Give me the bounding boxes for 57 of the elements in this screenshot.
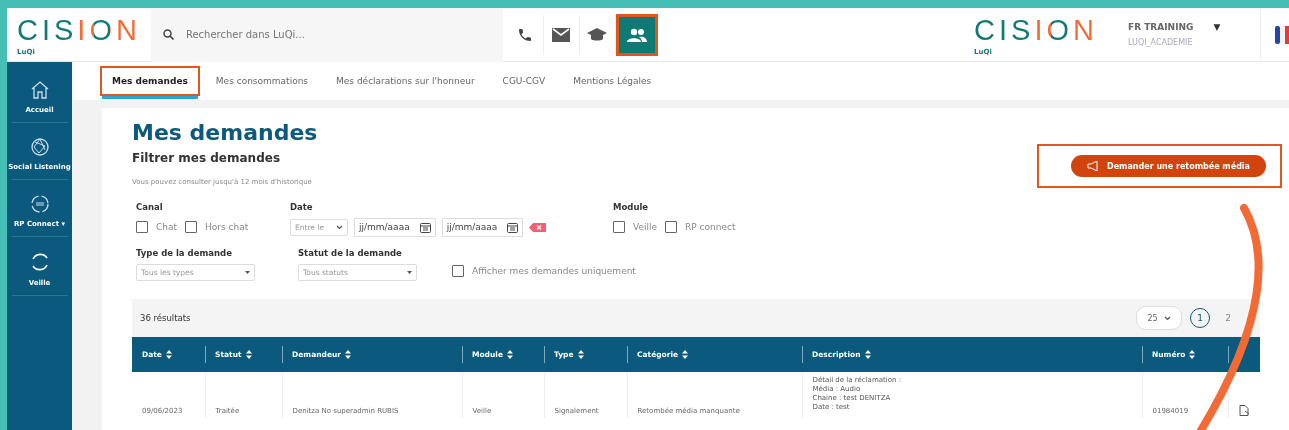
checkbox[interactable] [613, 221, 625, 233]
clear-icon[interactable] [529, 222, 547, 232]
checkbox-label[interactable]: Afficher mes demandes uniquement [472, 266, 636, 276]
checkbox-label[interactable]: Veille [633, 222, 658, 232]
checkbox[interactable] [452, 265, 464, 277]
caret-icon [245, 271, 250, 274]
tab[interactable]: Mes demandes [100, 66, 200, 96]
checkbox[interactable] [136, 221, 148, 233]
calendar-icon[interactable] [507, 221, 519, 233]
tab[interactable]: Mes consommations [203, 66, 321, 96]
caret-icon[interactable]: ▼ [1213, 22, 1221, 32]
date-field[interactable]: jj/mm/aaaa [441, 217, 524, 237]
tab[interactable]: Mentions Légales [561, 66, 664, 96]
home-icon [29, 80, 50, 100]
search-icon [162, 29, 174, 40]
sort-icon[interactable] [345, 350, 352, 359]
chevron-icon [336, 224, 343, 230]
megaphone-icon [1087, 161, 1099, 171]
checkbox[interactable] [185, 221, 198, 233]
user-name[interactable]: FR TRAINING [1128, 22, 1194, 32]
account-name: LUQI_ACADEMIE [1128, 38, 1194, 47]
sort-icon[interactable] [864, 350, 871, 359]
flag-icon[interactable] [1275, 25, 1289, 44]
request-media-button[interactable]: Demander une retombée média [1071, 155, 1266, 177]
tab[interactable]: CGU-CGV [490, 66, 558, 96]
caret-icon [407, 271, 412, 274]
sort-icon[interactable] [507, 350, 513, 359]
sort-icon[interactable] [682, 350, 689, 359]
page-size-select[interactable]: 25 [1136, 306, 1182, 330]
sort-icon[interactable] [1189, 350, 1196, 359]
calendar-icon[interactable] [419, 221, 431, 233]
filter-label: Canal [136, 202, 164, 212]
checkbox-label[interactable]: RP connect [685, 222, 736, 232]
filter-label: Date [290, 202, 314, 212]
connect-icon [29, 194, 50, 214]
date-field[interactable]: jj/mm/aaaa [354, 217, 436, 237]
graduation-cap-icon [587, 27, 608, 42]
tab[interactable]: Mes déclarations sur l'honneur [324, 66, 487, 96]
phone-icon [517, 26, 534, 43]
filter-label: Module [613, 202, 650, 212]
sort-icon[interactable] [165, 350, 172, 359]
checkbox-label[interactable]: Chat [156, 222, 178, 232]
chevron-icon [1163, 315, 1171, 321]
document-icon[interactable] [1238, 405, 1250, 416]
mail-icon [552, 27, 571, 42]
globe-icon [29, 137, 50, 157]
sort-icon[interactable] [245, 350, 252, 359]
checkbox[interactable] [665, 221, 678, 233]
toolbar-button[interactable] [615, 13, 658, 56]
page-title: Mes demandes [132, 120, 318, 145]
filter-title: Filtrer mes demandes [132, 151, 282, 165]
results-count: 36 résultats [140, 313, 191, 323]
checkbox-label[interactable]: Hors chat [205, 222, 249, 232]
sort-icon[interactable] [577, 350, 584, 359]
people-icon [626, 27, 647, 42]
filter-label: Type de la demande [136, 248, 233, 258]
filter-label: Statut de la demande [298, 248, 403, 258]
